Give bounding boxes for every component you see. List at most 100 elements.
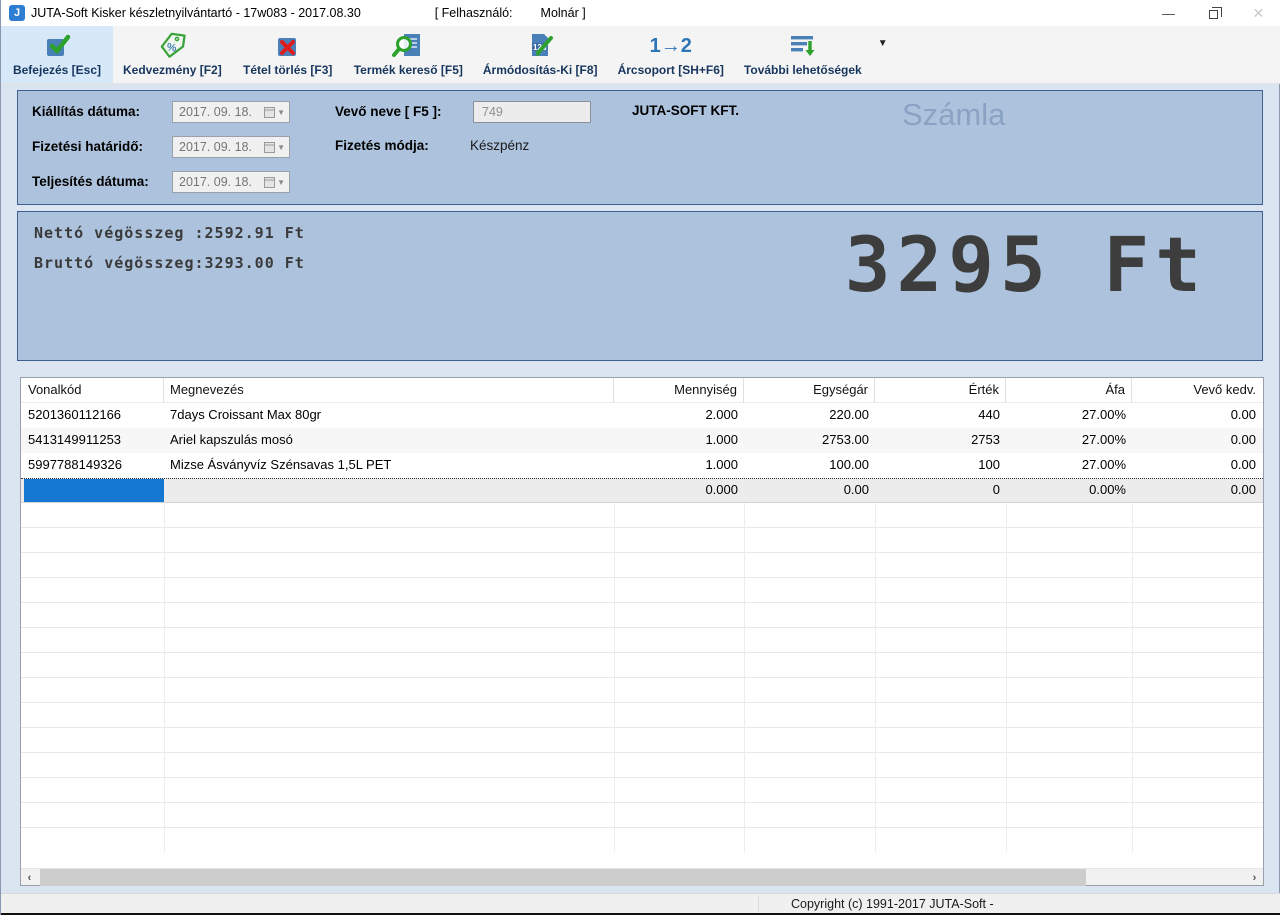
cell-barcode: 5201360112166: [24, 403, 164, 428]
scrollbar-thumb[interactable]: [40, 869, 1086, 886]
column-separator: [744, 503, 745, 852]
cell-vat: 27.00%: [1006, 453, 1132, 478]
column-header-vevo-kedv[interactable]: Vevő kedv.: [1132, 378, 1263, 403]
cell-value: 440: [875, 403, 1006, 428]
price-group-button-label: Árcsoport [SH+F6]: [618, 63, 724, 77]
fulfillment-date-value: 2017. 09. 18.: [179, 175, 252, 189]
customer-name-input[interactable]: [473, 101, 591, 123]
fulfillment-date-field[interactable]: 2017. 09. 18. ▼: [172, 171, 290, 193]
column-header-vonalkod[interactable]: Vonalkód: [24, 378, 164, 403]
column-header-megnevezes[interactable]: Megnevezés: [164, 378, 614, 403]
finish-button-label: Befejezés [Esc]: [13, 63, 101, 77]
table-row[interactable]: 5201360112166 7days Croissant Max 80gr 2…: [21, 403, 1263, 428]
more-options-dropdown-caret-icon[interactable]: ▼: [872, 38, 894, 49]
cell-barcode: 5413149911253: [24, 428, 164, 453]
table-row-current[interactable]: 0.000 0.00 0 0.00% 0.00: [21, 478, 1263, 503]
table-row[interactable]: 5413149911253 Ariel kapszulás mosó 1.000…: [21, 428, 1263, 453]
totals-panel: Nettó végösszeg :2592.91 Ft Bruttó végös…: [17, 211, 1263, 361]
customer-name-label: Vevő neve [ F5 ]:: [335, 104, 442, 119]
scroll-right-arrow-icon[interactable]: ›: [1246, 869, 1263, 886]
payment-method-value: Készpénz: [470, 138, 529, 153]
cell-name: [164, 478, 614, 503]
discount-button-label: Kedvezmény [F2]: [123, 63, 222, 77]
user-prefix: [ Felhasználó:: [435, 6, 513, 20]
app-icon: J: [9, 5, 25, 21]
price-edit-button[interactable]: 123 Ármódosítás-Ki [F8]: [473, 26, 608, 83]
company-name: JUTA-SOFT KFT.: [632, 103, 739, 118]
cell-vat: 27.00%: [1006, 403, 1132, 428]
fulfillment-date-label: Teljesítés dátuma:: [32, 174, 149, 189]
net-total: Nettó végösszeg :2592.91 Ft: [34, 224, 305, 242]
delete-item-button[interactable]: Tétel törlés [F3]: [232, 26, 344, 83]
calendar-icon: ▼: [264, 106, 289, 118]
column-header-egysegar[interactable]: Egységár: [744, 378, 875, 403]
price-group-icon: 1→2: [650, 30, 692, 61]
issue-date-value: 2017. 09. 18.: [179, 105, 252, 119]
price-edit-icon: 123: [524, 30, 556, 61]
payment-deadline-value: 2017. 09. 18.: [179, 140, 252, 154]
issue-date-field[interactable]: 2017. 09. 18. ▼: [172, 101, 290, 123]
cell-value: 2753: [875, 428, 1006, 453]
restore-button[interactable]: [1191, 0, 1236, 26]
items-table: Vonalkód Megnevezés Mennyiség Egységár É…: [20, 377, 1264, 886]
product-search-button[interactable]: Termék kereső [F5]: [344, 26, 473, 83]
cell-name: Ariel kapszulás mosó: [164, 428, 614, 453]
gross-total: Bruttó végösszeg:3293.00 Ft: [34, 254, 305, 272]
cell-value: 0: [875, 478, 1006, 503]
cell-vat: 27.00%: [1006, 428, 1132, 453]
horizontal-scrollbar[interactable]: ‹ ›: [21, 868, 1263, 885]
cell-vat: 0.00%: [1006, 478, 1132, 503]
delete-item-icon: [273, 30, 303, 61]
cell-name: Mizse Ásványvíz Szénsavas 1,5L PET: [164, 453, 614, 478]
cell-customer-discount: 0.00: [1132, 478, 1263, 503]
payment-method-label: Fizetés módja:: [335, 138, 429, 153]
cell-quantity: 0.000: [614, 478, 744, 503]
cell-unit-price: 2753.00: [744, 428, 875, 453]
column-separator: [164, 503, 165, 852]
payment-deadline-label: Fizetési határidő:: [32, 139, 143, 154]
price-edit-button-label: Ármódosítás-Ki [F8]: [483, 63, 598, 77]
toolbar: Befejezés [Esc] % Kedvezmény [F2] Tétel …: [1, 26, 1280, 84]
cell-value: 100: [875, 453, 1006, 478]
column-separator: [1132, 503, 1133, 852]
payment-deadline-field[interactable]: 2017. 09. 18. ▼: [172, 136, 290, 158]
dropdown-caret-icon: ▼: [277, 108, 285, 117]
invoice-watermark: Számla: [902, 97, 1005, 133]
table-row[interactable]: 5997788149326 Mizse Ásványvíz Szénsavas …: [21, 453, 1263, 478]
cell-name: 7days Croissant Max 80gr: [164, 403, 614, 428]
selected-cell[interactable]: [24, 479, 164, 502]
status-bar: Copyright (c) 1991-2017 JUTA-Soft -: [1, 893, 1280, 913]
cell-customer-discount: 0.00: [1132, 428, 1263, 453]
dropdown-caret-icon: ▼: [277, 178, 285, 187]
column-header-afa[interactable]: Áfa: [1006, 378, 1132, 403]
status-separator: [758, 896, 759, 912]
cell-quantity: 1.000: [614, 453, 744, 478]
restore-icon: [1209, 10, 1218, 19]
cell-unit-price: 100.00: [744, 453, 875, 478]
column-header-ertek[interactable]: Érték: [875, 378, 1006, 403]
calendar-icon: ▼: [264, 176, 289, 188]
close-button[interactable]: ✕: [1236, 0, 1280, 26]
column-separator: [614, 503, 615, 852]
column-separator: [875, 503, 876, 852]
more-options-button[interactable]: További lehetőségek: [734, 26, 872, 83]
more-options-button-label: További lehetőségek: [744, 63, 862, 77]
discount-button[interactable]: % Kedvezmény [F2]: [113, 26, 232, 83]
finish-button[interactable]: Befejezés [Esc]: [1, 26, 113, 83]
copyright-text: Copyright (c) 1991-2017 JUTA-Soft -: [791, 897, 994, 911]
price-group-button[interactable]: 1→2 Árcsoport [SH+F6]: [608, 26, 734, 83]
cell-customer-discount: 0.00: [1132, 403, 1263, 428]
calendar-icon: ▼: [264, 141, 289, 153]
dropdown-caret-icon: ▼: [277, 143, 285, 152]
delete-item-button-label: Tétel törlés [F3]: [243, 63, 332, 77]
scroll-left-arrow-icon[interactable]: ‹: [21, 869, 38, 886]
product-search-button-label: Termék kereső [F5]: [354, 63, 463, 77]
svg-text:%: %: [166, 41, 178, 54]
minimize-button[interactable]: —: [1146, 0, 1191, 26]
title-bar: J JUTA-Soft Kisker készletnyilvántartó -…: [1, 0, 1280, 26]
cell-quantity: 1.000: [614, 428, 744, 453]
empty-grid-area: [21, 503, 1263, 852]
invoice-header-panel: Kiállítás dátuma: 2017. 09. 18. ▼ Fizeté…: [17, 90, 1263, 205]
column-header-mennyiseg[interactable]: Mennyiség: [614, 378, 744, 403]
user-name: Molnár ]: [541, 6, 586, 20]
